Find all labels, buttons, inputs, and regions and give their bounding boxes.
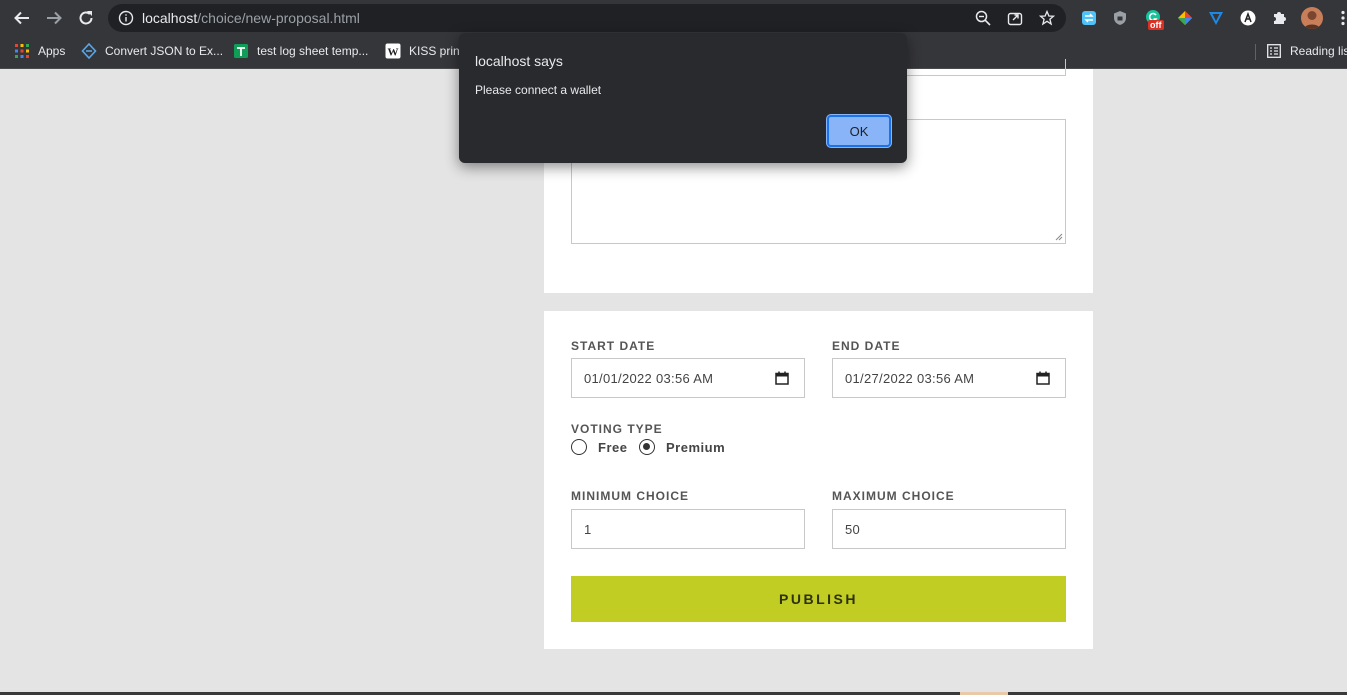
minimum-choice-input[interactable]: 1 xyxy=(571,509,805,549)
radio-label: Free xyxy=(598,439,628,455)
info-icon[interactable] xyxy=(118,10,134,26)
back-button[interactable] xyxy=(10,6,34,30)
bookmark-convert-json[interactable]: Convert JSON to Ex... xyxy=(81,36,223,66)
svg-text:W: W xyxy=(388,47,399,59)
bookmark-apps[interactable]: Apps xyxy=(14,36,65,66)
arrow-right-icon xyxy=(47,11,62,25)
bookmark-label: KISS princ xyxy=(409,44,466,58)
bookmark-apps-label: Apps xyxy=(38,44,66,58)
avatar-icon xyxy=(1304,11,1320,29)
profile-avatar[interactable] xyxy=(1301,7,1323,29)
extension-sync[interactable] xyxy=(1080,9,1098,27)
kebab-menu-icon xyxy=(1341,10,1345,26)
alert-dialog: localhost says Please connect a wallet O… xyxy=(459,33,907,163)
extension-colorpicker[interactable] xyxy=(1176,9,1194,27)
reload-icon xyxy=(79,11,93,25)
extension-arc[interactable] xyxy=(1239,9,1257,27)
url-host: localhost xyxy=(142,10,198,26)
extension-shield[interactable] xyxy=(1111,9,1129,27)
star-icon xyxy=(1039,10,1055,26)
apps-grid-icon xyxy=(14,43,30,59)
puzzle-icon xyxy=(1274,12,1286,24)
voting-type-free-radio[interactable]: Free xyxy=(571,439,627,455)
dialog-title: localhost says xyxy=(475,53,563,69)
json-converter-icon xyxy=(81,43,97,59)
wikipedia-icon: W xyxy=(385,43,401,59)
maximum-choice-value: 50 xyxy=(845,521,861,537)
bookmark-kiss[interactable]: W KISS princ xyxy=(385,36,466,66)
bookmark-star-button[interactable] xyxy=(1038,9,1056,27)
resize-grip-icon[interactable] xyxy=(1055,233,1063,241)
radio-label: Premium xyxy=(666,439,726,455)
zoom-button[interactable] xyxy=(974,9,992,27)
colorpicker-icon xyxy=(1178,11,1192,25)
url-text[interactable]: localhost/choice/new-proposal.html xyxy=(142,10,360,26)
browser-toolbar: localhost/choice/new-proposal.html off xyxy=(0,0,1347,36)
radio-unchecked-icon xyxy=(571,439,587,455)
end-date-input[interactable]: 01/27/2022 03:56 AM xyxy=(832,358,1066,398)
bookmark-label: Convert JSON to Ex... xyxy=(105,44,224,58)
end-date-label: END DATE xyxy=(832,339,901,353)
arc-icon xyxy=(1240,10,1256,26)
minimum-choice-label: MINIMUM CHOICE xyxy=(571,489,689,503)
reload-button[interactable] xyxy=(74,6,98,30)
url-path: /choice/new-proposal.html xyxy=(197,10,360,26)
sheets-icon xyxy=(233,43,249,59)
reading-list-label: Reading lis xyxy=(1290,44,1347,58)
bookmark-label: test log sheet temp... xyxy=(257,44,369,58)
forward-button[interactable] xyxy=(42,6,66,30)
extensions-menu-button[interactable] xyxy=(1270,9,1288,27)
share-button[interactable] xyxy=(1006,9,1024,27)
extension-off-badge: off xyxy=(1148,20,1164,30)
dialog-message: Please connect a wallet xyxy=(475,83,602,97)
shield-icon xyxy=(1114,11,1126,25)
arrow-left-icon xyxy=(14,11,29,25)
reading-list-icon xyxy=(1266,43,1282,59)
extension-grammarly[interactable]: off xyxy=(1145,9,1164,30)
voting-type-label: VOTING TYPE xyxy=(571,422,663,436)
radio-checked-icon xyxy=(639,439,655,455)
calendar-icon[interactable] xyxy=(775,371,789,385)
bookmark-test-log-sheet[interactable]: test log sheet temp... xyxy=(233,36,368,66)
maximum-choice-input[interactable]: 50 xyxy=(832,509,1066,549)
zoom-icon xyxy=(975,10,991,26)
share-icon xyxy=(1007,12,1023,26)
proposal-settings-card: START DATE 01/01/2022 03:56 AM END DATE … xyxy=(544,311,1093,649)
start-date-input[interactable]: 01/01/2022 03:56 AM xyxy=(571,358,805,398)
end-date-value: 01/27/2022 03:56 AM xyxy=(845,370,975,386)
calendar-icon[interactable] xyxy=(1036,371,1050,385)
minimum-choice-value: 1 xyxy=(584,521,592,537)
extension-vpn[interactable] xyxy=(1207,9,1225,27)
publish-button[interactable]: PUBLISH xyxy=(571,576,1066,622)
bookmarks-divider xyxy=(1255,44,1256,60)
maximum-choice-label: MAXIMUM CHOICE xyxy=(832,489,955,503)
start-date-label: START DATE xyxy=(571,339,656,353)
ok-button[interactable]: OK xyxy=(827,115,891,147)
reading-list-button[interactable]: Reading lis xyxy=(1266,36,1347,66)
chrome-menu-button[interactable] xyxy=(1334,9,1347,27)
vpn-icon xyxy=(1209,12,1223,25)
address-bar[interactable]: localhost/choice/new-proposal.html xyxy=(108,4,1066,32)
start-date-value: 01/01/2022 03:56 AM xyxy=(584,370,714,386)
sync-icon xyxy=(1082,11,1096,25)
voting-type-premium-radio[interactable]: Premium xyxy=(639,439,725,455)
